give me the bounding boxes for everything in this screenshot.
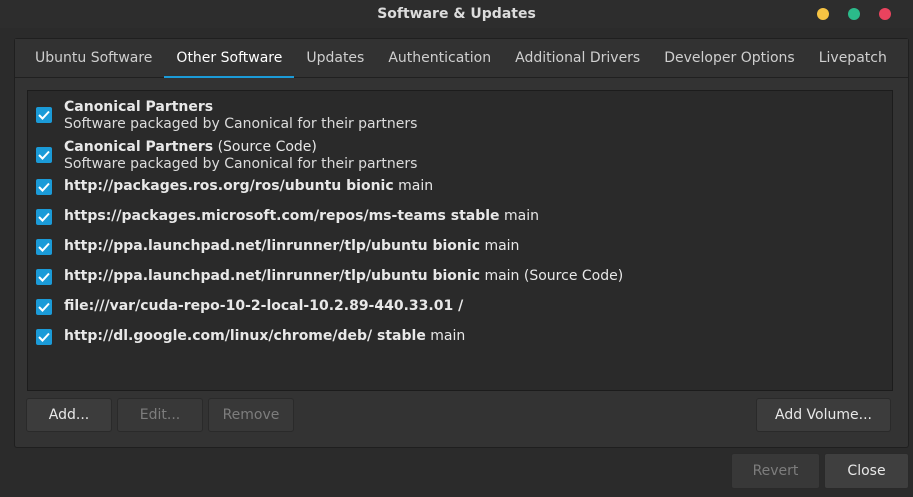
tab-additional-drivers[interactable]: Additional Drivers: [503, 39, 652, 77]
checkbox[interactable]: [36, 147, 52, 163]
checkmark-icon: [38, 150, 50, 160]
tab-ubuntu-software[interactable]: Ubuntu Software: [15, 39, 164, 77]
revert-button[interactable]: Revert: [731, 453, 820, 489]
source-name: http://ppa.launchpad.net/linrunner/tlp/u…: [64, 238, 480, 254]
source-detail: main: [425, 328, 466, 344]
tab-developer-options[interactable]: Developer Options: [652, 39, 806, 77]
source-name: http://packages.ros.org/ros/ubuntu bioni…: [64, 178, 394, 194]
list-item[interactable]: http://packages.ros.org/ros/ubuntu bioni…: [28, 175, 892, 199]
source-name: Canonical Partners: [64, 139, 214, 155]
checkmark-icon: [38, 272, 50, 282]
add-volume-button[interactable]: Add Volume...: [756, 398, 891, 432]
source-name: http://dl.google.com/linux/chrome/deb/ s…: [64, 328, 426, 344]
checkbox[interactable]: [36, 269, 52, 285]
list-item[interactable]: file:///var/cuda-repo-10-2-local-10.2.89…: [28, 295, 892, 319]
window-controls: [817, 8, 891, 20]
close-window-button[interactable]: [879, 8, 891, 20]
source-name: https://packages.microsoft.com/repos/ms-…: [64, 208, 500, 224]
source-description: Software packaged by Canonical for their…: [64, 156, 418, 172]
list-item[interactable]: Canonical Partners (Source Code) Softwar…: [28, 137, 892, 173]
source-name: file:///var/cuda-repo-10-2-local-10.2.89…: [64, 298, 464, 314]
tab-authentication[interactable]: Authentication: [376, 39, 503, 77]
source-name: http://ppa.launchpad.net/linrunner/tlp/u…: [64, 268, 480, 284]
remove-button[interactable]: Remove: [208, 398, 294, 432]
checkbox[interactable]: [36, 329, 52, 345]
checkmark-icon: [38, 182, 50, 192]
tab-other-software[interactable]: Other Software: [164, 39, 295, 78]
source-name: Canonical Partners: [64, 99, 214, 115]
window-title: Software & Updates: [377, 6, 536, 22]
checkmark-icon: [38, 332, 50, 342]
list-item[interactable]: http://ppa.launchpad.net/linrunner/tlp/u…: [28, 235, 892, 259]
title-bar: Software & Updates: [0, 0, 913, 28]
checkbox[interactable]: [36, 239, 52, 255]
checkbox[interactable]: [36, 299, 52, 315]
maximize-button[interactable]: [848, 8, 860, 20]
list-item[interactable]: http://ppa.launchpad.net/linrunner/tlp/u…: [28, 265, 892, 289]
source-detail: main: [393, 178, 434, 194]
source-detail: (Source Code): [213, 139, 317, 155]
checkmark-icon: [38, 242, 50, 252]
checkbox[interactable]: [36, 209, 52, 225]
list-item[interactable]: Canonical Partners Software packaged by …: [28, 97, 892, 133]
sources-list: Canonical Partners Software packaged by …: [27, 90, 893, 391]
list-item[interactable]: http://dl.google.com/linux/chrome/deb/ s…: [28, 325, 892, 349]
checkmark-icon: [38, 212, 50, 222]
edit-button[interactable]: Edit...: [117, 398, 203, 432]
checkmark-icon: [38, 110, 50, 120]
notebook-panel: Ubuntu Software Other Software Updates A…: [14, 38, 909, 448]
source-detail: main: [480, 238, 520, 254]
checkbox[interactable]: [36, 179, 52, 195]
list-item[interactable]: https://packages.microsoft.com/repos/ms-…: [28, 205, 892, 229]
close-button[interactable]: Close: [824, 453, 909, 489]
minimize-button[interactable]: [817, 8, 829, 20]
checkbox[interactable]: [36, 107, 52, 123]
add-button[interactable]: Add...: [26, 398, 112, 432]
tab-updates[interactable]: Updates: [294, 39, 376, 77]
tab-bar: Ubuntu Software Other Software Updates A…: [15, 39, 908, 78]
tab-livepatch[interactable]: Livepatch: [807, 39, 899, 77]
source-detail: main: [499, 208, 539, 224]
checkmark-icon: [38, 302, 50, 312]
source-detail: main (Source Code): [480, 268, 624, 284]
source-description: Software packaged by Canonical for their…: [64, 116, 418, 132]
